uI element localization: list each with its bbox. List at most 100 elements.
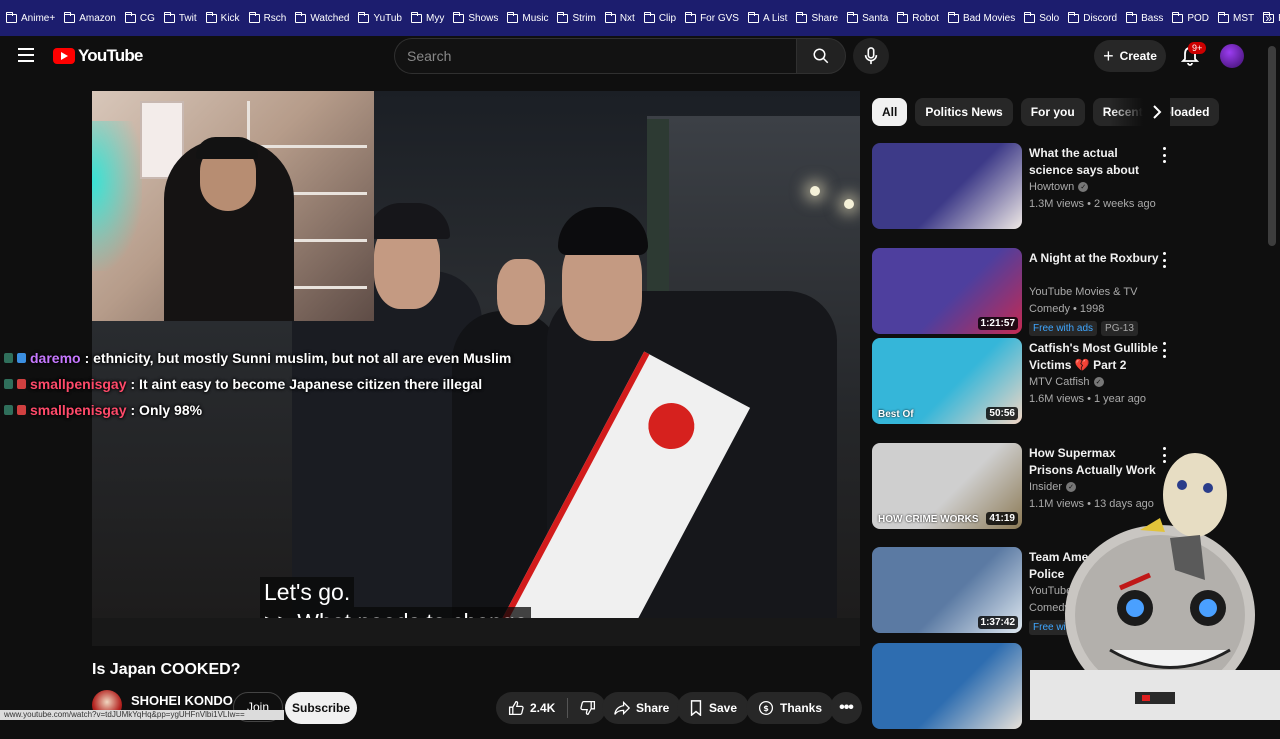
- more-vertical-icon[interactable]: [1162, 147, 1166, 163]
- video-thumbnail[interactable]: 1:21:57: [872, 248, 1022, 334]
- folder-icon: [1126, 11, 1138, 23]
- subscribe-button[interactable]: Subscribe: [285, 692, 357, 724]
- thumbnail-label: Best Of: [878, 409, 914, 420]
- folder-icon: [411, 11, 422, 23]
- bookmark-label: Discord: [1083, 12, 1118, 24]
- menu-icon[interactable]: [18, 48, 34, 62]
- channel-name[interactable]: SHOHEI KONDO: [131, 693, 233, 708]
- bookmark-label: Music: [522, 12, 549, 24]
- badge-icon: [17, 379, 26, 389]
- more-vertical-icon[interactable]: [1162, 342, 1166, 358]
- bookmark-item[interactable]: Amazon: [64, 11, 116, 24]
- chat-username: smallpenisgay: [30, 402, 127, 418]
- thanks-button[interactable]: $ Thanks: [746, 692, 835, 724]
- street-light: [844, 199, 854, 209]
- bookmark-item[interactable]: Bad Movies: [947, 11, 1016, 24]
- bookmark-item[interactable]: Solo: [1024, 11, 1059, 24]
- bookmark-item[interactable]: Strim: [557, 11, 596, 24]
- bookmark-item[interactable]: Nxt: [604, 11, 635, 24]
- folder-icon: [897, 11, 909, 23]
- recommended-title[interactable]: What the actual science says about "brai…: [1029, 145, 1161, 179]
- bookmark-label: Bad Movies: [962, 12, 1016, 24]
- bookmarks-more-button[interactable]: »: [1265, 11, 1272, 25]
- chat-message: daremo: ethnicity, but mostly Sunni musl…: [4, 345, 511, 371]
- recommended-video[interactable]: 1:21:57 A Night at the Roxbury YouTube Mov…: [872, 248, 1202, 344]
- recommended-meta: 1.6M views • 1 year ago: [1029, 393, 1146, 405]
- player-controls-bar[interactable]: [92, 618, 860, 646]
- bookmark-item[interactable]: For GVS: [685, 11, 739, 24]
- search-button[interactable]: [796, 38, 846, 74]
- filter-chip[interactable]: Politics News: [915, 98, 1013, 126]
- bookmark-item[interactable]: CG: [124, 11, 155, 24]
- bookmark-item[interactable]: A List: [747, 11, 787, 24]
- sash-emblem: [640, 394, 703, 458]
- video-thumbnail[interactable]: HOW CRIME WORKS 41:19: [872, 443, 1022, 529]
- verified-icon: ✓: [1093, 377, 1104, 387]
- more-vertical-icon[interactable]: [1162, 252, 1166, 268]
- bookmark-item[interactable]: Shows: [453, 11, 498, 24]
- chat-overlay: daremo: ethnicity, but mostly Sunni musl…: [4, 345, 511, 423]
- recommended-video[interactable]: Best Of 50:56 Catfish's Most Gullible Vict…: [872, 338, 1202, 434]
- video-thumbnail[interactable]: Best Of 50:56: [872, 338, 1022, 424]
- person-hair: [558, 207, 648, 255]
- bookmark-label: Rsch: [263, 12, 287, 24]
- recommended-channel[interactable]: MTV Catfish ✓: [1029, 376, 1104, 388]
- bookmark-item[interactable]: Santa: [847, 11, 888, 24]
- svg-text:$: $: [763, 704, 769, 713]
- video-thumbnail[interactable]: [872, 143, 1022, 229]
- captions: Let's go. >> What needs to change: [260, 577, 532, 619]
- bookmark-item[interactable]: Watched: [295, 11, 349, 24]
- bookmark-item[interactable]: POD: [1172, 11, 1210, 24]
- save-button[interactable]: Save: [677, 692, 750, 724]
- recommended-title[interactable]: Catfish's Most Gullible Victims 💔 Part 2: [1029, 340, 1161, 374]
- search-box[interactable]: [394, 38, 796, 74]
- play-logo-icon: [53, 48, 75, 64]
- bookmark-item[interactable]: Myy: [411, 11, 444, 24]
- bookmark-item[interactable]: Robot: [897, 11, 939, 24]
- chips-next-button[interactable]: [1110, 98, 1170, 126]
- recommended-channel[interactable]: Howtown ✓: [1029, 181, 1089, 193]
- recommended-channel[interactable]: YouTube Movies & TV: [1029, 286, 1137, 298]
- more-actions-button[interactable]: •••: [830, 692, 862, 724]
- notification-count-badge: 9+: [1188, 42, 1207, 54]
- bookmark-item[interactable]: Share: [796, 11, 838, 24]
- search-input[interactable]: [395, 39, 796, 73]
- bookmark-item[interactable]: Rsch: [248, 11, 287, 24]
- video-thumbnail[interactable]: [872, 643, 1022, 729]
- account-avatar[interactable]: [1220, 44, 1244, 68]
- bookmark-item[interactable]: MST: [1218, 11, 1254, 24]
- recommended-title[interactable]: A Night at the Roxbury: [1029, 250, 1161, 267]
- folder-icon: [205, 11, 217, 23]
- chat-message: smallpenisgay: Only 98%: [4, 397, 511, 423]
- bookmark-item[interactable]: Clip: [643, 11, 676, 24]
- bookmark-item[interactable]: Discord: [1068, 11, 1118, 24]
- recommended-video[interactable]: What the actual science says about "brai…: [872, 143, 1202, 239]
- bookmark-item[interactable]: Kick: [205, 11, 240, 24]
- share-button[interactable]: Share: [602, 692, 682, 724]
- bookmark-item[interactable]: Twit: [163, 11, 197, 24]
- page-scrollbar[interactable]: [1268, 46, 1276, 246]
- like-button[interactable]: 2.4K: [508, 700, 555, 716]
- badge-icon: [17, 353, 26, 363]
- filter-chip[interactable]: All: [872, 98, 908, 126]
- bookmark-item[interactable]: Music: [507, 11, 549, 24]
- folder-icon: [1024, 11, 1036, 23]
- bookmark-label: Robot: [912, 12, 939, 24]
- thumbs-down-icon: [580, 700, 596, 716]
- divider: [567, 698, 569, 718]
- bookmark-label: POD: [1187, 12, 1210, 24]
- voice-search-button[interactable]: [853, 38, 889, 74]
- tag-badge: PG-13: [1101, 321, 1138, 336]
- filter-chip[interactable]: For you: [1020, 98, 1085, 126]
- bookmark-item[interactable]: Anime+: [6, 11, 55, 24]
- create-button[interactable]: + Create: [1094, 40, 1166, 72]
- caption-line: Let's go.: [260, 577, 355, 607]
- bookmark-label: CG: [139, 12, 155, 24]
- bookmark-item[interactable]: YuTub: [358, 11, 402, 24]
- video-thumbnail[interactable]: 1:37:42: [872, 547, 1022, 633]
- folder-icon: [1218, 11, 1230, 23]
- dislike-button[interactable]: [580, 700, 596, 716]
- youtube-logo[interactable]: YouTube: [53, 46, 143, 66]
- duration-badge: 1:37:42: [977, 616, 1018, 629]
- bookmark-item[interactable]: Bass: [1126, 11, 1163, 24]
